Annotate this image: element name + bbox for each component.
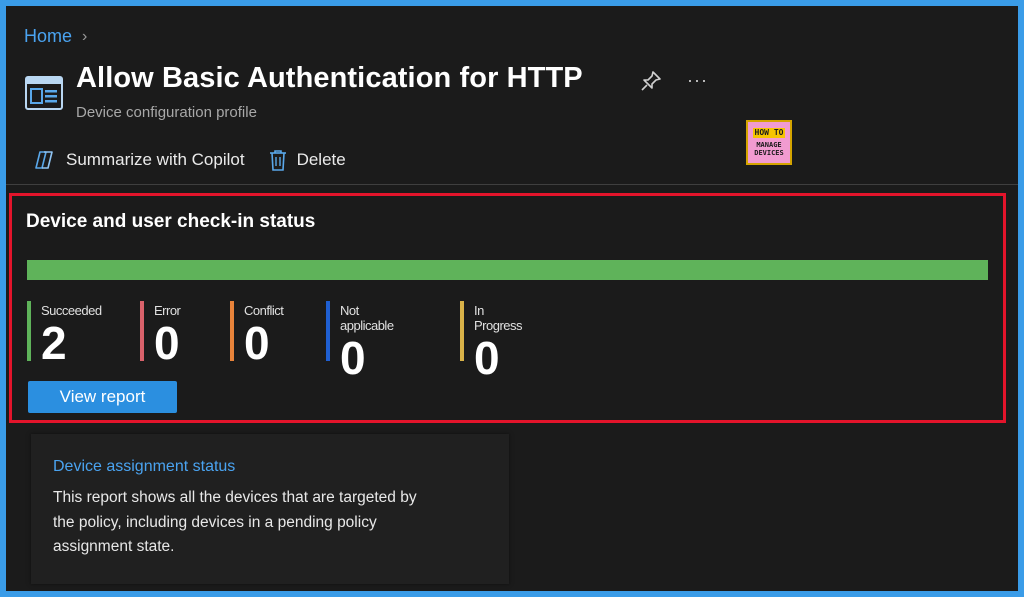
stat-value: 0 xyxy=(154,317,180,369)
chevron-right-icon: › xyxy=(82,27,88,45)
delete-button[interactable]: Delete xyxy=(269,149,346,171)
status-progress-bar xyxy=(27,260,988,280)
toolbar-divider xyxy=(6,184,1018,185)
breadcrumb-home[interactable]: Home xyxy=(24,26,72,47)
copilot-icon xyxy=(35,151,53,169)
device-assignment-card: Device assignment status This report sho… xyxy=(31,434,509,584)
ellipsis-icon[interactable]: ··· xyxy=(687,70,708,91)
stat-value: 2 xyxy=(41,317,67,369)
stat-value: 0 xyxy=(474,332,500,384)
stat-label: Error xyxy=(154,303,181,318)
stat-value: 0 xyxy=(340,332,366,384)
breadcrumb: Home › xyxy=(24,26,87,47)
progress-fill-succeeded xyxy=(27,260,988,280)
watermark-logo: HOW TO MANAGE DEVICES xyxy=(746,120,792,165)
stat-label: Not applicable xyxy=(340,303,394,333)
page-title: Allow Basic Authentication for HTTP xyxy=(76,62,583,94)
delete-label: Delete xyxy=(296,150,346,169)
command-bar: Summarize with Copilot Delete xyxy=(34,149,346,171)
page-subtitle: Device configuration profile xyxy=(76,104,257,121)
stat-label: In Progress xyxy=(474,303,523,333)
device-profile-icon xyxy=(25,76,63,110)
trash-icon xyxy=(269,150,286,171)
summarize-label: Summarize with Copilot xyxy=(66,150,245,169)
pin-icon[interactable] xyxy=(640,70,662,92)
stat-not-applicable[interactable]: Not applicable 0 xyxy=(326,301,394,381)
portal-frame: Home › Allow Basic Authentication for HT… xyxy=(6,6,1018,591)
view-report-button[interactable]: View report xyxy=(28,381,177,413)
stat-error[interactable]: Error 0 xyxy=(140,301,181,366)
stat-succeeded[interactable]: Succeeded 2 xyxy=(27,301,102,366)
device-assignment-status-link[interactable]: Device assignment status xyxy=(53,458,235,476)
stat-conflict[interactable]: Conflict 0 xyxy=(230,301,284,366)
stat-in-progress[interactable]: In Progress 0 xyxy=(460,301,523,381)
check-in-status-panel: Device and user check-in status Succeede… xyxy=(9,193,1006,423)
stat-label: Conflict xyxy=(244,303,284,318)
summarize-with-copilot-button[interactable]: Summarize with Copilot xyxy=(34,150,245,170)
panel-title: Device and user check-in status xyxy=(26,211,316,232)
stat-label: Succeeded xyxy=(41,303,102,318)
stat-value: 0 xyxy=(244,317,270,369)
card-description: This report shows all the devices that a… xyxy=(53,489,417,555)
